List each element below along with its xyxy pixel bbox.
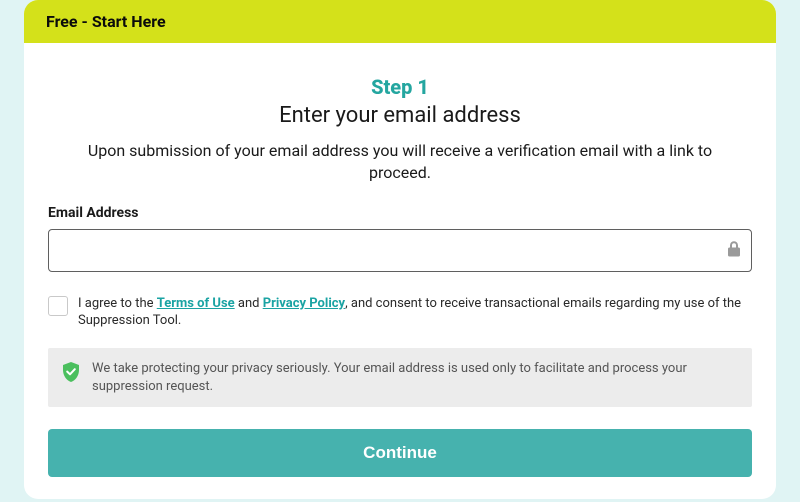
privacy-notice-text: We take protecting your privacy seriousl… — [92, 360, 738, 395]
terms-link[interactable]: Terms of Use — [157, 296, 235, 311]
email-input[interactable] — [48, 229, 752, 272]
continue-button[interactable]: Continue — [48, 429, 752, 477]
step-description: Upon submission of your email address yo… — [70, 140, 730, 183]
consent-prefix: I agree to the — [78, 296, 157, 311]
consent-and: and — [235, 296, 263, 311]
signup-card: Free - Start Here Step 1 Enter your emai… — [24, 0, 776, 499]
step-subtitle: Enter your email address — [48, 103, 752, 128]
card-body: Step 1 Enter your email address Upon sub… — [24, 43, 776, 499]
card-header: Free - Start Here — [24, 0, 776, 43]
card-header-title: Free - Start Here — [46, 12, 166, 31]
consent-row: I agree to the Terms of Use and Privacy … — [48, 296, 752, 330]
shield-check-icon — [62, 362, 80, 388]
email-label: Email Address — [48, 205, 752, 221]
consent-checkbox[interactable] — [48, 296, 68, 316]
privacy-notice-box: We take protecting your privacy seriousl… — [48, 348, 752, 407]
consent-text: I agree to the Terms of Use and Privacy … — [78, 296, 752, 330]
email-input-wrap — [48, 229, 752, 272]
privacy-link[interactable]: Privacy Policy — [263, 296, 345, 311]
step-label: Step 1 — [48, 75, 752, 99]
